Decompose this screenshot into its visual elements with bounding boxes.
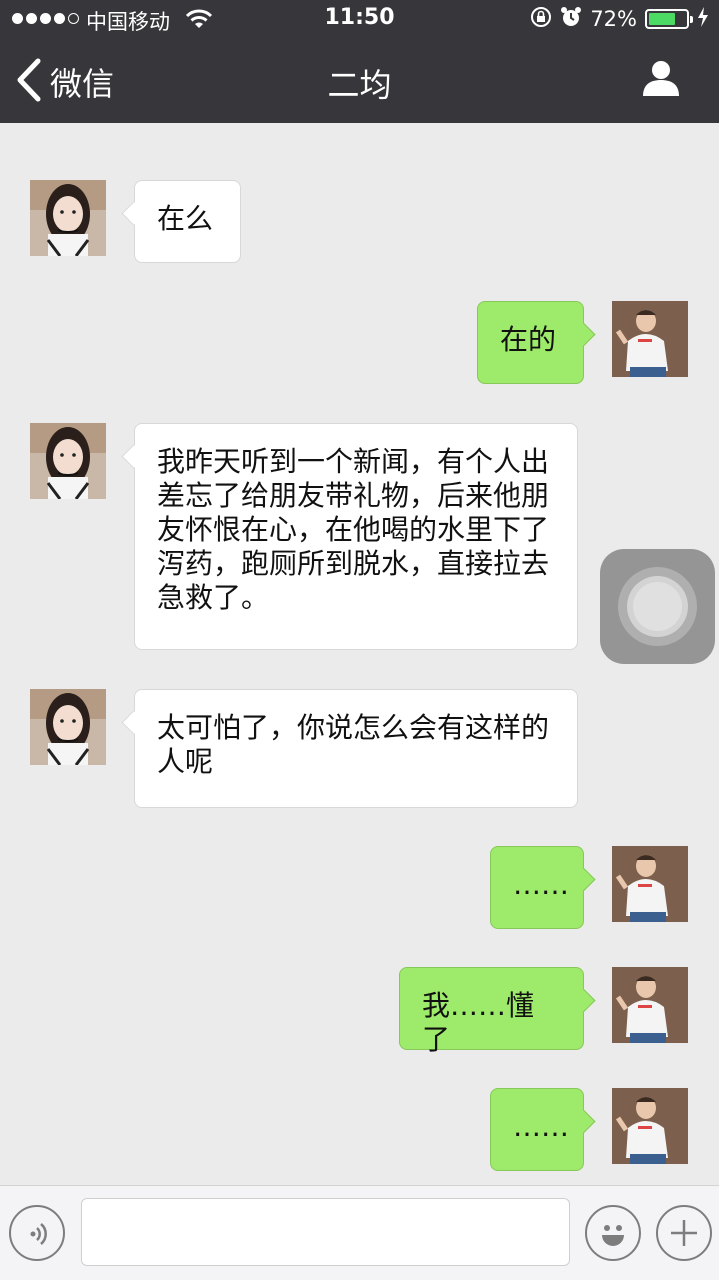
battery-percent: 72% — [590, 7, 637, 31]
message-bubble-sent[interactable]: …… — [490, 846, 584, 929]
battery-level-fill — [649, 13, 675, 25]
plus-icon — [668, 1217, 700, 1253]
alarm-icon — [560, 6, 582, 32]
more-button[interactable] — [656, 1205, 712, 1261]
my-avatar[interactable] — [612, 301, 688, 377]
person-icon — [641, 61, 681, 102]
assistive-touch-button[interactable] — [600, 549, 715, 664]
my-avatar[interactable] — [612, 846, 688, 922]
contact-avatar[interactable] — [30, 689, 106, 765]
profile-button[interactable] — [641, 58, 681, 102]
message-bubble-received[interactable]: 太可怕了，你说怎么会有这样的人呢 — [134, 689, 578, 808]
battery-icon — [645, 9, 693, 29]
voice-icon — [23, 1219, 53, 1253]
navigation-bar: 微信 二均 — [0, 40, 719, 123]
message-bubble-sent[interactable]: 我……懂了 — [399, 967, 584, 1056]
contact-avatar[interactable] — [30, 423, 106, 499]
rotation-lock-icon — [530, 6, 552, 32]
my-avatar[interactable] — [612, 967, 688, 1043]
message-bubble-received[interactable]: 我昨天听到一个新闻，有个人出差忘了给朋友带礼物，后来他朋友怀恨在心，在他喝的水里… — [134, 423, 578, 650]
charging-icon — [697, 6, 709, 32]
chat-title: 二均 — [327, 66, 392, 104]
message-bubble-received[interactable]: 在么 — [134, 180, 241, 263]
voice-button[interactable] — [9, 1205, 65, 1261]
my-avatar[interactable] — [612, 1088, 688, 1164]
message-text-input[interactable] — [81, 1198, 570, 1266]
contact-avatar[interactable] — [30, 180, 106, 256]
message-bubble-sent[interactable]: …… — [490, 1088, 584, 1171]
emoji-button[interactable] — [585, 1205, 641, 1261]
top-bar: 中国移动 11:50 72% 微信 二均 — [0, 0, 719, 123]
message-input-bar — [0, 1185, 719, 1280]
emoji-icon — [593, 1213, 633, 1257]
status-bar: 中国移动 11:50 72% — [0, 0, 719, 40]
message-bubble-sent[interactable]: 在的 — [477, 301, 584, 384]
